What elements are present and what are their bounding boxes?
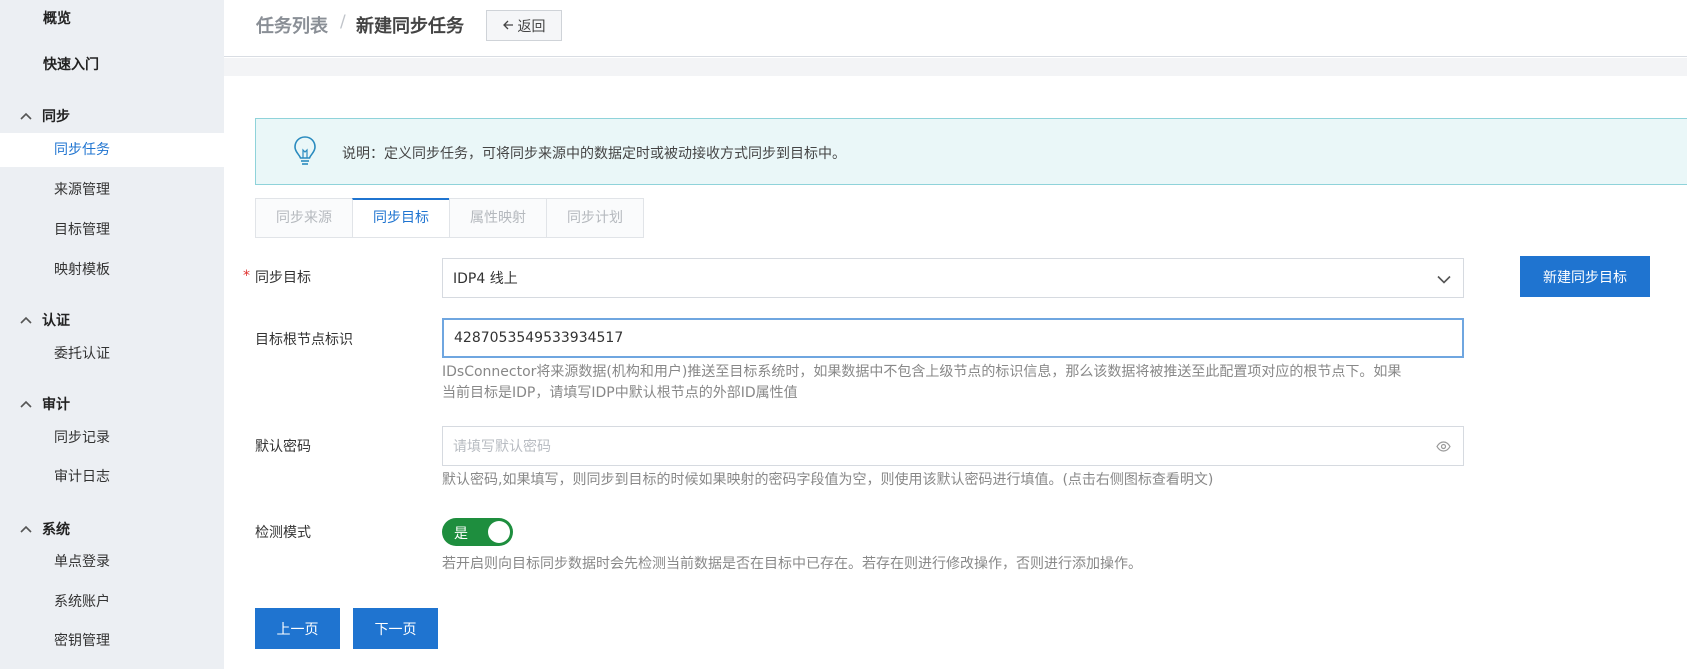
info-text: 说明：定义同步任务，可将同步来源中的数据定时或被动接收方式同步到目标中。	[342, 146, 846, 162]
sync-target-select[interactable]: IDP4 线上	[442, 258, 1464, 298]
root-node-input[interactable]: 4287053549533934517	[442, 318, 1464, 358]
info-banner: 说明：定义同步任务，可将同步来源中的数据定时或被动接收方式同步到目标中。	[255, 118, 1687, 185]
sync-target-value: IDP4 线上	[453, 271, 518, 287]
sidebar-item-delegated-auth[interactable]: 委托认证	[0, 337, 224, 371]
sidebar-item-audit-log[interactable]: 审计日志	[0, 460, 224, 494]
tab-sync-plan[interactable]: 同步计划	[546, 198, 644, 238]
tab-sync-source[interactable]: 同步来源	[255, 198, 352, 238]
sidebar-group-label: 认证	[42, 313, 70, 329]
detect-mode-label: 检测模式	[255, 525, 311, 541]
required-asterisk: *	[243, 268, 250, 284]
sidebar-item-source-management[interactable]: 来源管理	[0, 173, 224, 207]
detect-mode-help: 若开启则向目标同步数据时会先检测当前数据是否在目标中已存在。若存在则进行修改操作…	[442, 556, 1142, 572]
sidebar-group-label: 审计	[42, 397, 70, 413]
root-node-help-line2: 当前目标是IDP，请填写IDP中默认根节点的外部ID属性值	[442, 385, 798, 401]
sidebar-group-label: 系统	[42, 522, 70, 538]
sidebar-group-sync[interactable]: 同步	[20, 106, 70, 126]
sidebar-item-target-management[interactable]: 目标管理	[0, 213, 224, 247]
default-password-placeholder: 请填写默认密码	[453, 439, 551, 455]
lightbulb-icon	[292, 134, 318, 174]
step-tabs: 同步来源 同步目标 属性映射 同步计划	[255, 198, 644, 238]
root-node-help: IDsConnector将来源数据(机构和用户)推送至目标系统时，如果数据中不包…	[442, 362, 1462, 404]
sidebar-item-sync-records[interactable]: 同步记录	[0, 421, 224, 455]
back-button[interactable]: 返回	[486, 10, 562, 41]
back-button-label: 返回	[517, 18, 546, 35]
chevron-up-icon	[20, 396, 42, 412]
sync-target-label: 同步目标	[255, 270, 311, 286]
root-node-help-line1: IDsConnector将来源数据(机构和用户)推送至目标系统时，如果数据中不包…	[442, 364, 1402, 380]
page-title: 新建同步任务	[356, 16, 464, 37]
sidebar-item-sync-task[interactable]: 同步任务	[0, 133, 224, 167]
eye-icon[interactable]	[1436, 440, 1451, 456]
toggle-knob	[488, 521, 510, 543]
chevron-up-icon	[20, 312, 42, 328]
default-password-input[interactable]: 请填写默认密码	[442, 426, 1464, 466]
sidebar-item-sso[interactable]: 单点登录	[0, 545, 224, 579]
sidebar-item-system-account[interactable]: 系统账户	[0, 585, 224, 619]
next-button[interactable]: 下一页	[353, 608, 438, 649]
toggle-label: 是	[454, 526, 468, 542]
default-password-label: 默认密码	[255, 439, 311, 455]
tab-sync-target[interactable]: 同步目标	[352, 198, 449, 238]
sidebar-item-key-management[interactable]: 密钥管理	[0, 624, 224, 658]
sidebar-item-overview[interactable]: 概览	[43, 8, 71, 28]
detect-mode-toggle[interactable]: 是	[442, 518, 513, 546]
breadcrumb-task-list[interactable]: 任务列表	[256, 12, 328, 38]
root-node-label: 目标根节点标识	[255, 332, 353, 348]
chevron-down-icon	[1437, 272, 1451, 288]
default-password-help: 默认密码,如果填写，则同步到目标的时候如果映射的密码字段值为空，则使用该默认密码…	[442, 472, 1214, 488]
sidebar-group-audit[interactable]: 审计	[20, 394, 70, 414]
sidebar-item-quickstart[interactable]: 快速入门	[43, 54, 99, 74]
root-node-value: 4287053549533934517	[454, 330, 624, 346]
arrow-left-icon	[502, 18, 514, 34]
sidebar-group-auth[interactable]: 认证	[20, 310, 70, 330]
header-divider-band	[224, 58, 1687, 76]
page-header: 任务列表 / 新建同步任务 返回	[224, 0, 1687, 57]
sidebar-item-mapping-template[interactable]: 映射模板	[0, 253, 224, 287]
tab-attribute-mapping[interactable]: 属性映射	[449, 198, 546, 238]
chevron-up-icon	[20, 108, 42, 124]
breadcrumb-separator: /	[340, 12, 346, 32]
prev-button[interactable]: 上一页	[255, 608, 340, 649]
sidebar-group-label: 同步	[42, 109, 70, 125]
chevron-up-icon	[20, 521, 42, 537]
new-sync-target-button[interactable]: 新建同步目标	[1520, 256, 1650, 297]
sidebar: 概览 快速入门 同步 同步任务 来源管理 目标管理 映射模板 认证 委托认证 审…	[0, 0, 224, 669]
sidebar-group-system[interactable]: 系统	[20, 519, 70, 539]
